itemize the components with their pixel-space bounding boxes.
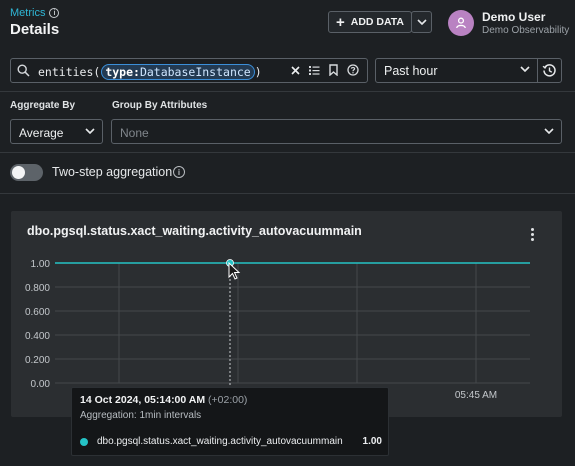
y-tick-label: 1.00 — [31, 259, 51, 270]
y-tick-label: 0.400 — [25, 331, 50, 342]
tooltip-series-row: dbo.pgsql.status.xact_waiting.activity_a… — [80, 436, 382, 447]
y-tick-label: 0.800 — [25, 283, 50, 294]
y-tick-label: 0.00 — [31, 379, 51, 390]
y-tick-label: 0.200 — [25, 355, 50, 366]
tooltip-series-value: 1.00 — [362, 436, 382, 447]
tooltip-series-name: dbo.pgsql.status.xact_waiting.activity_a… — [97, 436, 343, 447]
tooltip-aggregation: Aggregation: 1min intervals — [80, 410, 202, 421]
y-tick-label: 0.600 — [25, 307, 50, 318]
tooltip-time: 14 Oct 2024, 05:14:00 AM (+02:00) — [80, 394, 248, 406]
x-tick-label: 05:45 AM — [455, 390, 497, 401]
chart-tooltip: 14 Oct 2024, 05:14:00 AM (+02:00) Aggreg… — [71, 387, 389, 456]
series-color-dot — [80, 437, 88, 446]
